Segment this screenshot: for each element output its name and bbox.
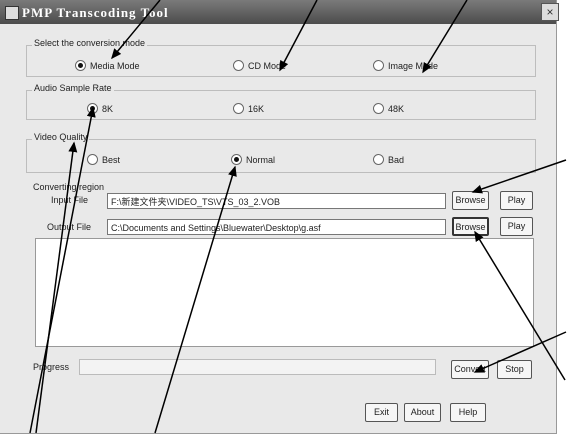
annotation-arrows: [29, 0, 567, 434]
